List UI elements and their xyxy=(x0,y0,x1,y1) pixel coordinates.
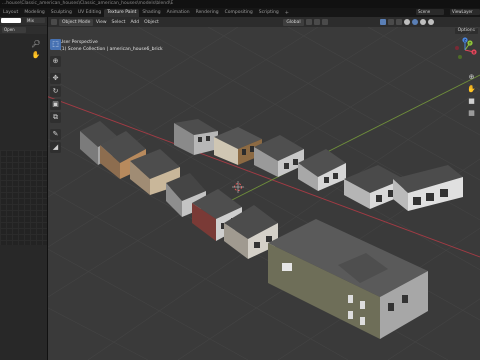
material-shading-icon[interactable] xyxy=(419,19,426,25)
tab-uv-editing[interactable]: UV Editing xyxy=(75,9,104,17)
3d-viewport[interactable]: Object Mode View Select Add Object Globa… xyxy=(48,17,480,360)
image-canvas-grid[interactable] xyxy=(0,150,47,245)
tool-shelf: ⬚ ⊕ ✥ ↻ ▣ ⧉ ✎ ◢ xyxy=(50,39,61,155)
house-back-1[interactable] xyxy=(174,119,218,155)
zoom-icon[interactable]: 🔎︎ xyxy=(30,39,42,49)
menu-view[interactable]: View xyxy=(93,19,109,26)
rotate-tool-icon[interactable]: ↻ xyxy=(50,86,61,97)
hand-pan-icon[interactable]: ✋ xyxy=(467,85,476,94)
solid-shading-icon[interactable] xyxy=(411,19,418,25)
proportional-edit-icon[interactable] xyxy=(321,19,328,25)
3d-cursor-icon xyxy=(232,181,244,193)
scene-selector[interactable]: Scene xyxy=(416,9,444,15)
view-layer-selector[interactable]: ViewLayer xyxy=(450,9,480,15)
camera-icon[interactable]: ■ xyxy=(467,97,476,106)
scale-tool-icon[interactable]: ▣ xyxy=(50,99,61,110)
brush-settings-row: Mix xyxy=(0,17,47,25)
menu-object[interactable]: Object xyxy=(142,19,162,26)
viewport-header: Object Mode View Select Add Object Globa… xyxy=(48,17,480,27)
tab-rendering[interactable]: Rendering xyxy=(193,9,222,17)
grid-icon[interactable]: ▦ xyxy=(467,109,476,118)
window-title: ...house\Classic_american_houses\Classic… xyxy=(0,0,480,8)
navigation-gizmo[interactable]: X Y Z xyxy=(452,37,478,63)
tab-modeling[interactable]: Modeling xyxy=(21,9,47,17)
image-header-row: Open xyxy=(0,26,47,34)
orientation-selector[interactable]: Global xyxy=(283,18,304,26)
move-tool-icon[interactable]: ✥ xyxy=(50,73,61,84)
wireframe-shading-icon[interactable] xyxy=(403,19,410,25)
overlay-toggle-icon[interactable] xyxy=(387,19,394,25)
snap-icon[interactable] xyxy=(313,19,320,25)
tab-scripting[interactable]: Scripting xyxy=(256,9,282,17)
menu-add[interactable]: Add xyxy=(128,19,142,26)
tab-shading[interactable]: Shading xyxy=(139,9,163,17)
zoom-icon[interactable]: ⊕ xyxy=(467,73,476,82)
annotate-tool-icon[interactable]: ✎ xyxy=(50,129,61,140)
xray-toggle-icon[interactable] xyxy=(395,19,402,25)
rendered-shading-icon[interactable] xyxy=(427,19,434,25)
cursor-tool-icon[interactable]: ⊕ xyxy=(50,56,61,67)
view-info-overlay: User Perspective (1) Scene Collection | … xyxy=(60,39,163,53)
active-object-label: (1) Scene Collection | american_house6_b… xyxy=(60,47,163,52)
tab-animation[interactable]: Animation xyxy=(164,9,193,17)
measure-tool-icon[interactable]: ◢ xyxy=(50,142,61,153)
image-editor-panel: Mix Open 🔎︎ ✋ xyxy=(0,17,48,360)
house-back-4[interactable] xyxy=(298,149,346,191)
gizmo-toggle-icon[interactable] xyxy=(379,19,386,25)
tab-texture-paint[interactable]: Texture Paint xyxy=(104,8,140,17)
menu-select[interactable]: Select xyxy=(109,19,128,26)
editor-type-icon[interactable] xyxy=(51,19,57,25)
workspace-tabs: Layout Modeling Sculpting UV Editing Tex… xyxy=(0,8,480,17)
open-image-button[interactable]: Open xyxy=(2,27,26,33)
pivot-icon[interactable] xyxy=(305,19,312,25)
mode-selector[interactable]: Object Mode xyxy=(59,18,94,26)
select-box-tool-icon[interactable]: ⬚ xyxy=(50,39,61,50)
hand-pan-icon[interactable]: ✋ xyxy=(30,50,42,60)
view-perspective-label: User Perspective xyxy=(60,40,98,45)
transform-tool-icon[interactable]: ⧉ xyxy=(50,112,61,123)
brush-name-input[interactable] xyxy=(1,18,21,23)
blend-mode-select[interactable]: Mix xyxy=(26,18,45,23)
add-workspace-button[interactable]: + xyxy=(282,10,292,16)
navigation-buttons: ⊕ ✋ ■ ▦ xyxy=(467,73,476,121)
house-front-7-large[interactable] xyxy=(268,219,428,339)
tab-compositing[interactable]: Compositing xyxy=(222,9,256,17)
viewport-scene[interactable] xyxy=(48,27,480,360)
tab-layout[interactable]: Layout xyxy=(0,9,21,17)
tab-sculpting[interactable]: Sculpting xyxy=(48,9,75,17)
